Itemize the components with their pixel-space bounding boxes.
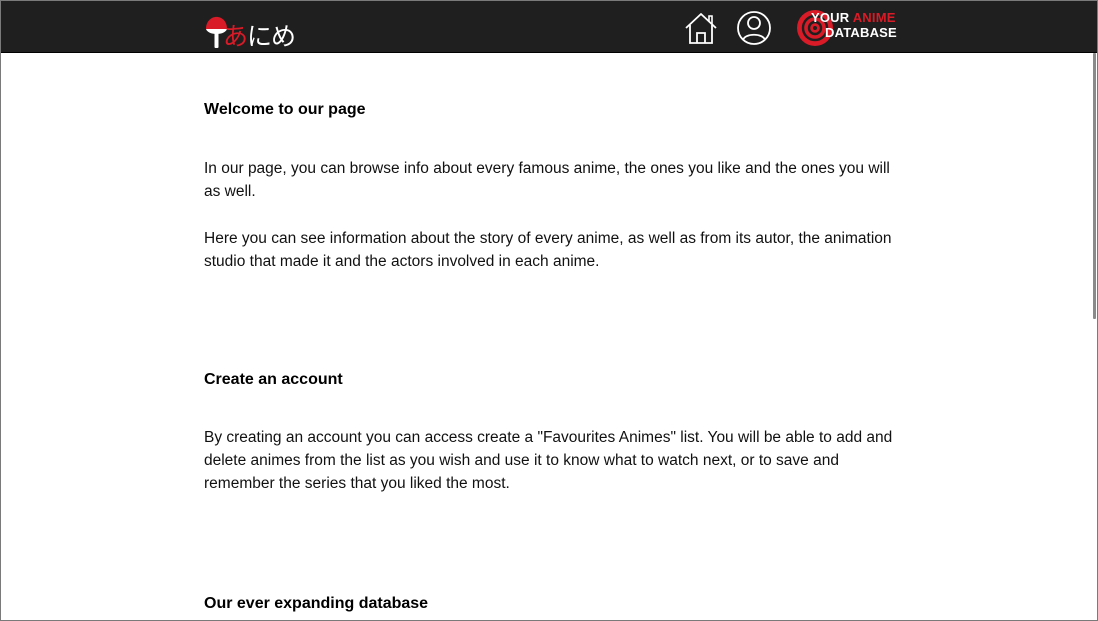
- database-heading: Our ever expanding database: [204, 595, 429, 612]
- create-account-paragraph: By creating an account you can access cr…: [204, 429, 893, 492]
- app-window: あにめ YOUR ANIME DATABASE Welcome to our p…: [0, 0, 1098, 621]
- welcome-heading: Welcome to our page: [204, 101, 366, 118]
- your-anime-database-logo[interactable]: YOUR ANIME DATABASE: [795, 8, 905, 48]
- badge-text: YOUR ANIME DATABASE: [811, 10, 897, 40]
- home-button[interactable]: [682, 10, 720, 46]
- badge-anime: ANIME: [852, 10, 896, 25]
- home-icon: [685, 13, 717, 44]
- top-navigation-bar: あにめ YOUR ANIME DATABASE: [1, 1, 1097, 53]
- logo-text-white: にめ: [247, 22, 296, 51]
- logo-text-red: あ: [223, 22, 248, 51]
- logo-text: あにめ: [223, 22, 296, 51]
- welcome-paragraph-2: Here you can see information about the s…: [204, 230, 892, 270]
- vertical-scrollbar[interactable]: [1093, 53, 1096, 319]
- badge-database: DATABASE: [825, 25, 897, 40]
- create-account-heading: Create an account: [204, 371, 343, 388]
- welcome-paragraph-1: In our page, you can browse info about e…: [204, 160, 890, 200]
- user-account-button[interactable]: [735, 10, 773, 46]
- user-circle-icon: [737, 11, 771, 45]
- badge-your: YOUR: [811, 10, 850, 25]
- site-logo[interactable]: あにめ: [203, 7, 296, 51]
